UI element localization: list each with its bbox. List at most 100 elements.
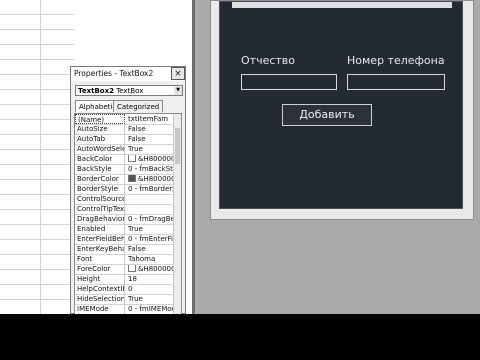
property-value-text: 0 - fmEnterField xyxy=(128,235,173,243)
property-name: BorderColor xyxy=(75,174,125,184)
property-row[interactable]: ForeColor&H8000000 xyxy=(75,264,173,275)
property-value[interactable]: 18 xyxy=(126,274,173,284)
property-name: Font xyxy=(75,254,125,264)
property-value-text: Tahoma xyxy=(128,255,156,263)
property-name: AutoWordSelect xyxy=(75,144,125,154)
property-value[interactable]: False xyxy=(126,124,173,134)
property-name: AutoTab xyxy=(75,134,125,144)
form-frame-top xyxy=(232,2,452,8)
property-value-text: 0 - fmBackStyle xyxy=(128,165,173,173)
properties-title: Properties - TextBox2 xyxy=(71,67,185,81)
userform[interactable]: Отчество Номер телефона Добавить xyxy=(219,1,463,209)
property-name: AutoSize xyxy=(75,124,125,134)
property-value[interactable]: 0 - fmEnterField xyxy=(126,234,173,244)
property-value[interactable]: &H8000000 xyxy=(126,174,173,184)
property-value[interactable]: True xyxy=(126,294,173,304)
color-swatch-icon xyxy=(128,154,136,162)
property-value-text: True xyxy=(128,295,143,303)
property-value[interactable]: False xyxy=(126,244,173,254)
color-swatch-icon xyxy=(128,174,136,182)
property-value[interactable]: True xyxy=(126,224,173,234)
property-name: HelpContextID xyxy=(77,284,125,294)
property-row[interactable]: HelpContextID 0 xyxy=(75,284,173,295)
tab-categorized[interactable]: Categorized xyxy=(113,100,164,112)
property-name: ForeColor xyxy=(75,264,125,274)
property-value-text: 0 - fmDragBehav xyxy=(128,215,173,223)
property-row[interactable]: Enabled True xyxy=(75,224,173,235)
property-row[interactable]: BackStyle0 - fmBackStyle xyxy=(75,164,173,175)
property-row[interactable]: ControlTipText xyxy=(75,204,173,215)
property-value[interactable]: Tahoma xyxy=(126,254,173,264)
close-icon[interactable]: × xyxy=(171,67,185,80)
property-value-text: 0 - fmBorderSt xyxy=(128,185,173,193)
window-divider xyxy=(192,0,195,314)
property-row[interactable]: Height 18 xyxy=(75,274,173,285)
property-value[interactable]: &H8000000 xyxy=(126,154,173,164)
property-value-text: False xyxy=(128,245,146,253)
property-grid: IMEMode0 - fmIMEModeHideSelectionTrueHel… xyxy=(74,113,182,314)
spreadsheet-grid[interactable] xyxy=(0,0,74,314)
property-name: ControlSource xyxy=(77,194,125,204)
property-row[interactable]: DragBehavior0 - fmDragBehav xyxy=(75,214,173,225)
property-name: IMEMode xyxy=(75,304,125,314)
property-name: Height xyxy=(75,274,125,284)
property-value[interactable]: &H8000000 xyxy=(126,264,173,274)
phone-label: Номер телефона xyxy=(347,54,445,67)
property-value[interactable]: 0 - fmBorderSt xyxy=(126,184,173,194)
patronymic-label: Отчество xyxy=(241,54,296,67)
property-row[interactable]: EnterKeyBehaviFalse xyxy=(75,244,173,255)
patronymic-textbox[interactable] xyxy=(241,74,337,90)
property-name: BorderStyle xyxy=(75,184,125,194)
object-selector[interactable]: TextBox2 TextBox ▼ xyxy=(75,85,183,96)
property-value[interactable]: 0 - fmIMEMode xyxy=(126,304,173,314)
property-row[interactable]: AutoSize False xyxy=(75,124,173,135)
property-name: BackStyle xyxy=(75,164,125,174)
property-value[interactable]: txtItemFam xyxy=(126,114,173,124)
property-name: Enabled xyxy=(75,224,125,234)
property-value-text: &H8000000 xyxy=(138,175,173,183)
property-row[interactable]: EnterFieldBehav0 - fmEnterField xyxy=(75,234,173,245)
property-value[interactable]: 0 - fmDragBehav xyxy=(126,214,173,224)
property-name: (Name) xyxy=(75,114,125,124)
property-row[interactable]: HideSelection True xyxy=(75,294,173,305)
property-row[interactable]: BorderStyle0 - fmBorderSt xyxy=(75,184,173,195)
scrollbar-thumb[interactable] xyxy=(175,128,180,164)
add-button[interactable]: Добавить xyxy=(282,104,372,126)
object-type: TextBox xyxy=(116,87,144,95)
object-name: TextBox2 xyxy=(78,87,114,95)
property-value[interactable] xyxy=(126,204,173,214)
property-row[interactable]: AutoWordSelectTrue xyxy=(75,144,173,155)
property-value[interactable] xyxy=(126,194,173,204)
property-value[interactable]: False xyxy=(126,134,173,144)
property-value-text: 0 - fmIMEMode xyxy=(128,305,173,313)
properties-scrollbar[interactable] xyxy=(173,114,181,314)
property-name: ControlTipText xyxy=(77,204,125,214)
property-value-text: &H8000000 xyxy=(138,155,173,163)
property-row[interactable]: Font Tahoma xyxy=(75,254,173,265)
property-row[interactable]: IMEMode0 - fmIMEMode xyxy=(75,304,173,314)
property-name: HideSelection xyxy=(77,294,125,304)
property-value-text: 18 xyxy=(128,275,137,283)
property-row[interactable]: (Name) txtItemFam xyxy=(75,114,173,125)
property-value[interactable]: True xyxy=(126,144,173,154)
property-value-text: &H8000000 xyxy=(138,265,173,273)
userform-designer: Отчество Номер телефона Добавить xyxy=(210,0,474,220)
color-swatch-icon xyxy=(128,264,136,272)
phone-textbox[interactable] xyxy=(347,74,445,90)
property-value-text: 0 xyxy=(128,285,133,293)
property-row[interactable]: ControlSource xyxy=(75,194,173,205)
property-name: BackColor xyxy=(75,154,125,164)
property-name: EnterFieldBehav xyxy=(77,234,125,244)
property-name: DragBehavior xyxy=(77,214,125,224)
chevron-down-icon[interactable]: ▼ xyxy=(174,86,182,95)
property-value-text: False xyxy=(128,125,146,133)
property-row[interactable]: BorderColor&H8000000 xyxy=(75,174,173,185)
property-value-text: True xyxy=(128,225,143,233)
property-value[interactable]: 0 - fmBackStyle xyxy=(126,164,173,174)
property-value[interactable]: 0 xyxy=(126,284,173,294)
property-row[interactable]: AutoTab False xyxy=(75,134,173,145)
properties-window[interactable]: Properties - TextBox2 × TextBox2 TextBox… xyxy=(70,66,186,314)
property-value-text: txtItemFam xyxy=(128,115,169,123)
desktop-area: Отчество Номер телефона Добавить Propert… xyxy=(0,0,480,314)
property-row[interactable]: BackColor&H8000000 xyxy=(75,154,173,165)
